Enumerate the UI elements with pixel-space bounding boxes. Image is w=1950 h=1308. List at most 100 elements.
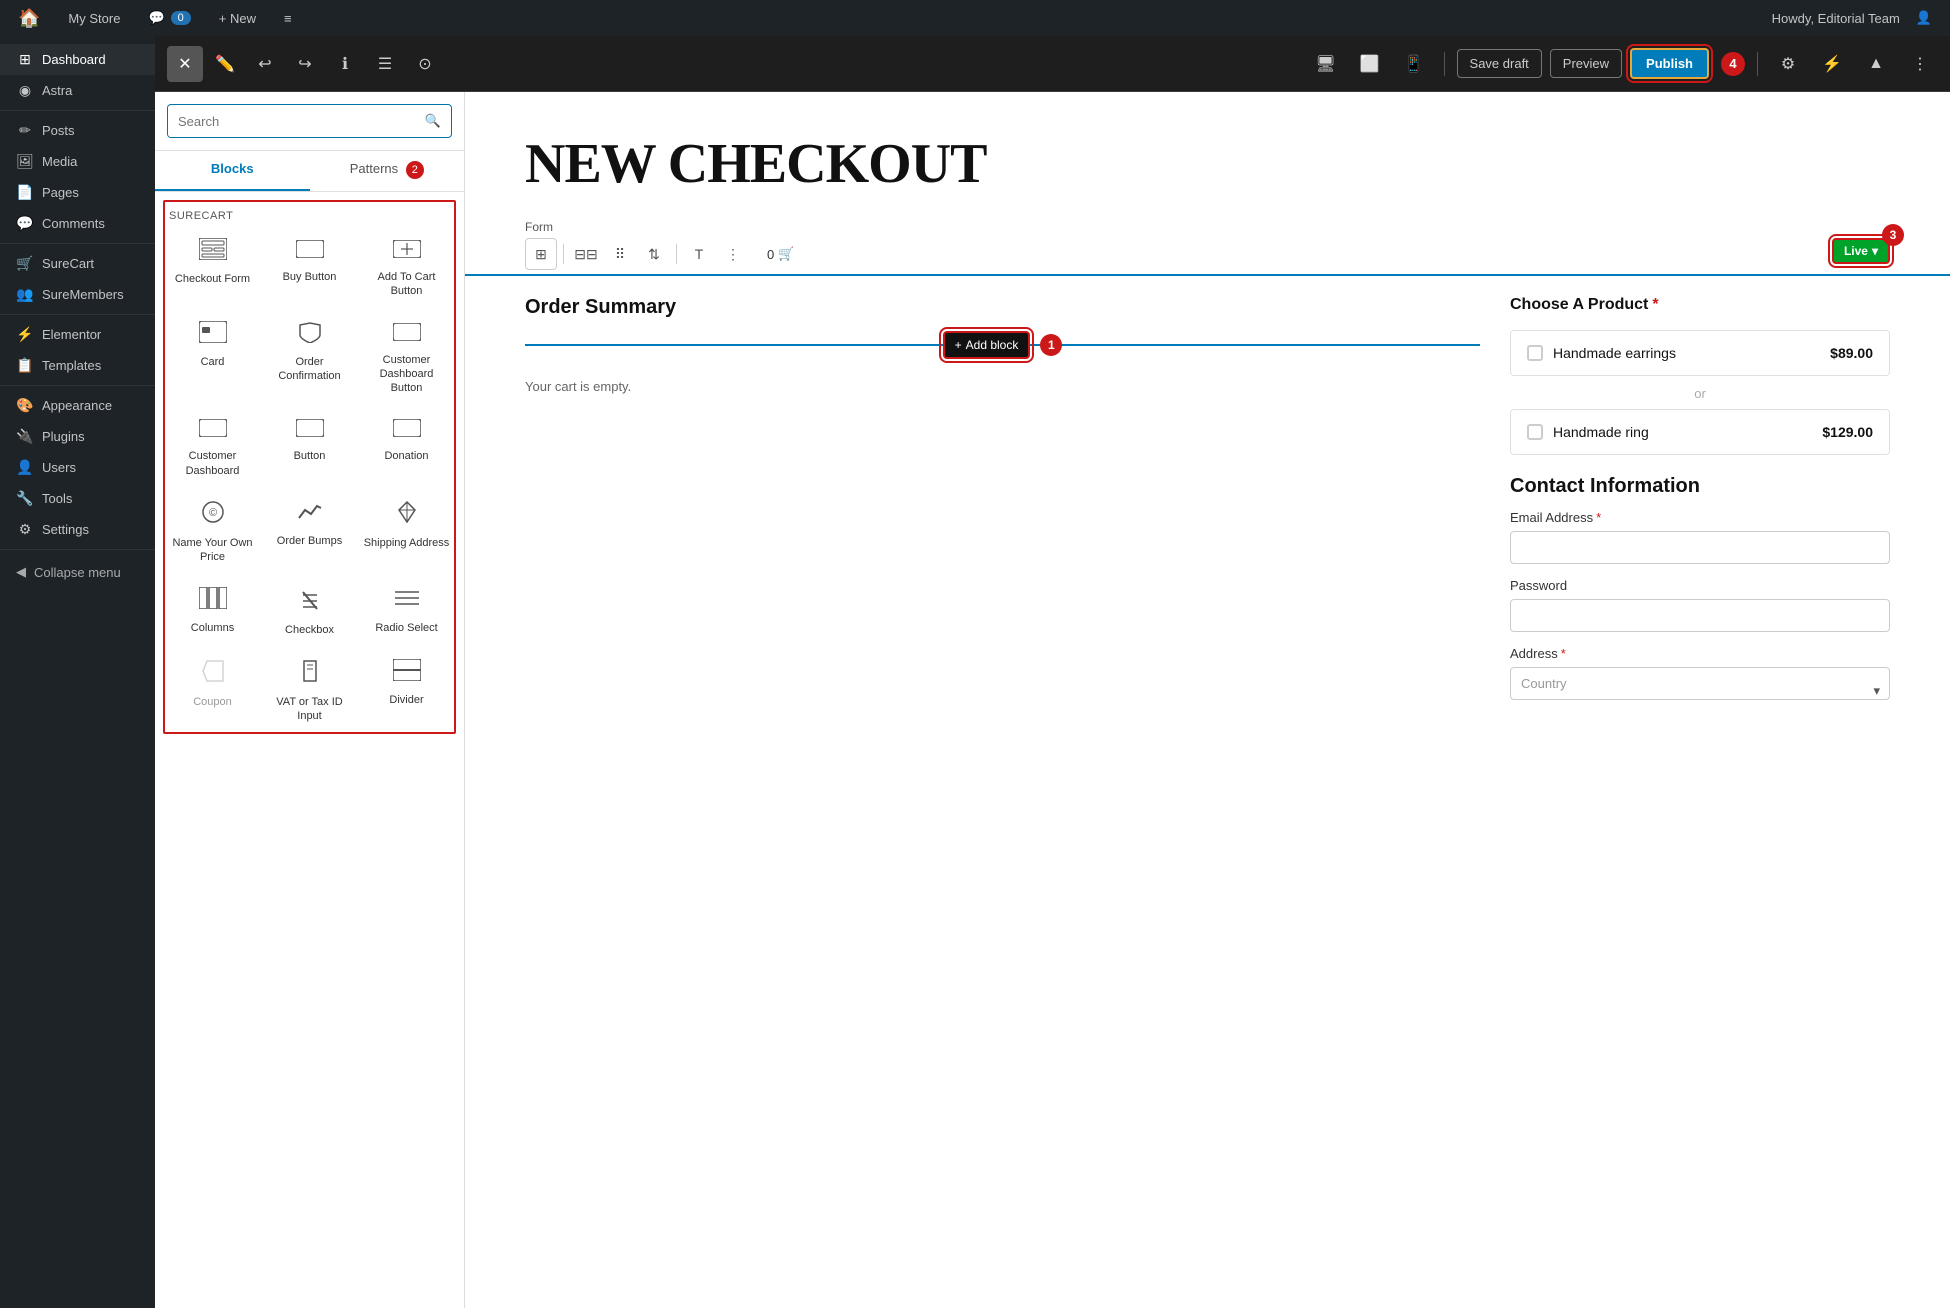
card-label: Card: [201, 355, 225, 369]
pages-icon: 📄: [16, 184, 34, 201]
store-name[interactable]: My Store: [62, 0, 126, 36]
tablet-view-button[interactable]: ⬜: [1352, 46, 1388, 82]
order-confirmation-icon: [296, 321, 324, 349]
undo-button[interactable]: ↩: [247, 46, 283, 82]
block-item-add-to-cart[interactable]: Add To Cart Button: [359, 226, 454, 307]
product-item-earrings[interactable]: Handmade earrings $89.00: [1510, 330, 1890, 376]
info-button[interactable]: ℹ: [327, 46, 363, 82]
add-to-cart-label: Add To Cart Button: [363, 270, 450, 299]
block-item-customer-dashboard-btn[interactable]: Customer Dashboard Button: [359, 309, 454, 404]
tab-patterns[interactable]: Patterns 2: [310, 151, 465, 191]
shipping-address-icon: [395, 500, 419, 530]
country-select[interactable]: Country: [1510, 667, 1890, 700]
block-item-donation[interactable]: Donation: [359, 405, 454, 486]
checkbox-label: Checkbox: [285, 623, 334, 637]
product-checkbox-earrings[interactable]: [1527, 345, 1543, 361]
list-view-button[interactable]: ☰: [367, 46, 403, 82]
collapse-menu-button[interactable]: ◀ Collapse menu: [0, 554, 155, 590]
block-item-name-your-price[interactable]: © Name Your Own Price: [165, 488, 260, 573]
sidebar-item-plugins[interactable]: 🔌 Plugins: [0, 421, 155, 452]
sidebar-item-templates[interactable]: 📋 Templates: [0, 350, 155, 381]
live-badge[interactable]: Live ▾: [1832, 238, 1890, 264]
search-icon[interactable]: 🔍: [415, 105, 451, 137]
block-item-vat-tax[interactable]: VAT or Tax ID Input: [262, 647, 357, 732]
address-label: Address *: [1510, 646, 1890, 661]
tab-blocks[interactable]: Blocks: [155, 151, 310, 191]
product-name-earrings: Handmade earrings: [1553, 345, 1676, 361]
live-badge-wrap: Live ▾ 3: [1832, 238, 1890, 264]
search-input[interactable]: [168, 106, 415, 137]
block-item-card[interactable]: Card: [165, 309, 260, 404]
posts-icon: ✏: [16, 122, 34, 139]
astra-settings-button[interactable]: ▲: [1858, 46, 1894, 82]
astra-icon: ◉: [16, 82, 34, 99]
new-content-link[interactable]: + New: [213, 0, 262, 36]
page-title-area: NEW CHECKOUT: [465, 92, 1950, 216]
sidebar-item-posts[interactable]: ✏ Posts: [0, 115, 155, 146]
block-item-order-bumps[interactable]: Order Bumps: [262, 488, 357, 573]
sidebar-item-appearance[interactable]: 🎨 Appearance: [0, 390, 155, 421]
sidebar-item-tools[interactable]: 🔧 Tools: [0, 483, 155, 514]
block-item-radio-select[interactable]: Radio Select: [359, 575, 454, 645]
wp-logo[interactable]: 🏠: [12, 0, 46, 36]
form-layout-button[interactable]: ⊟⊟: [570, 238, 602, 270]
sidebar-item-dashboard[interactable]: ⊞ Dashboard: [0, 44, 155, 75]
publish-button[interactable]: Publish: [1630, 48, 1709, 79]
product-item-ring[interactable]: Handmade ring $129.00: [1510, 409, 1890, 455]
mobile-view-button[interactable]: 📱: [1396, 46, 1432, 82]
sidebar-item-media[interactable]: 🖼 Media: [0, 146, 155, 177]
block-item-checkout-form[interactable]: Checkout Form: [165, 226, 260, 307]
block-item-customer-dashboard[interactable]: Customer Dashboard: [165, 405, 260, 486]
cart-empty-text: Your cart is empty.: [525, 379, 631, 394]
sidebar-item-settings[interactable]: ⚙ Settings: [0, 514, 155, 545]
close-editor-button[interactable]: ✕: [167, 46, 203, 82]
product-checkbox-ring[interactable]: [1527, 424, 1543, 440]
block-item-shipping-address[interactable]: Shipping Address: [359, 488, 454, 573]
brush-tool-button[interactable]: ✏️: [207, 46, 243, 82]
block-item-divider[interactable]: Divider: [359, 647, 454, 732]
email-input[interactable]: [1510, 531, 1890, 564]
checkout-form-label: Checkout Form: [175, 272, 250, 286]
form-label: Form: [465, 216, 1950, 234]
sidebar-item-astra[interactable]: ◉ Astra: [0, 75, 155, 106]
form-grid-button[interactable]: ⠿: [604, 238, 636, 270]
form-move-button[interactable]: ⇅: [638, 238, 670, 270]
block-item-checkbox[interactable]: Checkbox: [262, 575, 357, 645]
block-item-button[interactable]: Button: [262, 405, 357, 486]
block-item-columns[interactable]: Columns: [165, 575, 260, 645]
block-item-coupon[interactable]: Coupon: [165, 647, 260, 732]
gear-settings-button[interactable]: ⚙: [1770, 46, 1806, 82]
block-item-buy-button[interactable]: Buy Button: [262, 226, 357, 307]
sidebar-item-surecart[interactable]: 🛒 SureCart: [0, 248, 155, 279]
cart-empty-area: Your cart is empty.: [525, 379, 1480, 394]
form-text-button[interactable]: T: [683, 238, 715, 270]
user-avatar[interactable]: 👤: [1910, 0, 1938, 36]
order-summary-title: Order Summary: [525, 296, 1480, 319]
redo-button[interactable]: ↪: [287, 46, 323, 82]
sidebar-item-users[interactable]: 👤 Users: [0, 452, 155, 483]
sidebar-item-suremembers[interactable]: 👥 SureMembers: [0, 279, 155, 310]
sidebar-item-elementor[interactable]: ⚡ Elementor: [0, 319, 155, 350]
badge-4: 4: [1721, 52, 1745, 76]
comments-count: 0: [171, 11, 191, 25]
sidebar-item-comments[interactable]: 💬 Comments: [0, 208, 155, 239]
sidebar-item-pages[interactable]: 📄 Pages: [0, 177, 155, 208]
customize-link[interactable]: ≡: [278, 0, 298, 36]
form-more-button[interactable]: ⋮: [717, 238, 749, 270]
page-title[interactable]: NEW CHECKOUT: [525, 132, 1890, 196]
save-draft-button[interactable]: Save draft: [1457, 49, 1542, 78]
lightning-button[interactable]: ⚡: [1814, 46, 1850, 82]
password-label: Password: [1510, 578, 1890, 593]
surecart-icon: 🛒: [16, 255, 34, 272]
more-options-button[interactable]: ⋮: [1902, 46, 1938, 82]
add-block-button[interactable]: + Add block: [943, 331, 1031, 359]
settings-button[interactable]: ⊙: [407, 46, 443, 82]
form-block-select-button[interactable]: ⊞: [525, 238, 557, 270]
preview-button[interactable]: Preview: [1550, 49, 1622, 78]
block-item-order-confirmation[interactable]: Order Confirmation: [262, 309, 357, 404]
desktop-view-button[interactable]: 🖥: [1308, 46, 1344, 82]
password-input[interactable]: [1510, 599, 1890, 632]
editor-content: 🔍 Blocks Patterns 2 SURECART: [155, 92, 1950, 1308]
customer-dashboard-label: Customer Dashboard: [169, 449, 256, 478]
comments-link[interactable]: 💬 0: [142, 0, 196, 36]
